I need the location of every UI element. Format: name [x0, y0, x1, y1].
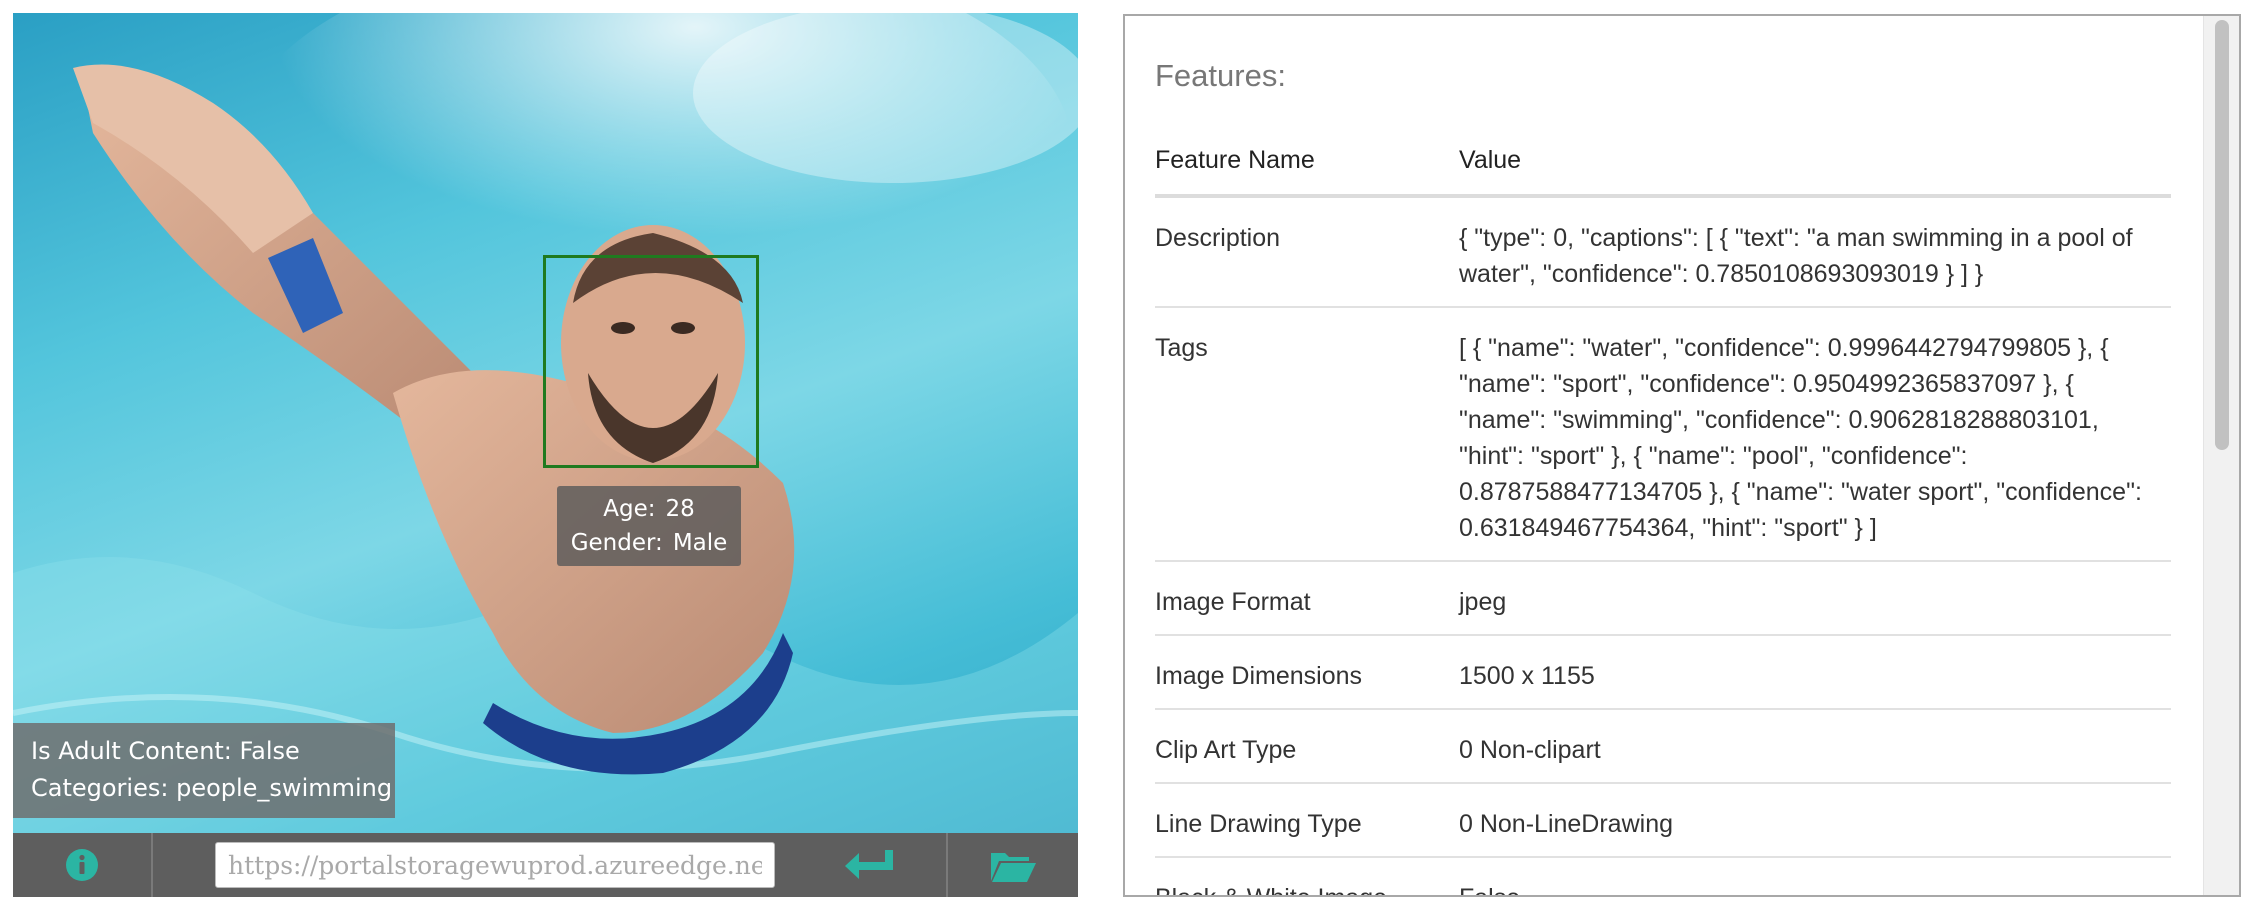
- adult-content-line: Is Adult Content: False: [31, 737, 300, 765]
- feature-name-cell: Tags: [1155, 307, 1459, 562]
- feature-value-cell: 0 Non-clipart: [1459, 709, 2171, 784]
- age-label: Age:: [603, 496, 656, 522]
- image-url-input[interactable]: [215, 842, 775, 888]
- feature-value-cell: 1500 x 1155: [1459, 635, 2171, 710]
- table-row: Image Dimensions 1500 x 1155: [1155, 635, 2171, 710]
- table-row: Description { "type": 0, "captions": [ {…: [1155, 196, 2171, 308]
- gender-value: Male: [672, 530, 728, 556]
- info-circle-icon: [66, 849, 98, 881]
- feature-name-cell: Black & White Image: [1155, 857, 1459, 895]
- scrollbar-thumb[interactable]: [2215, 20, 2229, 450]
- table-row: Black & White Image False: [1155, 857, 2171, 895]
- feature-value-cell: False: [1459, 857, 2171, 895]
- feature-value-cell: 0 Non-LineDrawing: [1459, 783, 2171, 858]
- url-cell: [153, 833, 793, 897]
- open-local-file-button[interactable]: [948, 833, 1078, 897]
- image-analysis-panel: Age: 28 Gender: Male Is Adult Content: Fal…: [13, 13, 1078, 897]
- table-row: Line Drawing Type 0 Non-LineDrawing: [1155, 783, 2171, 858]
- face-bounding-box: [543, 255, 759, 468]
- column-header-feature-name: Feature Name: [1155, 126, 1459, 198]
- feature-name-cell: Image Format: [1155, 561, 1459, 636]
- face-attributes-label: Age: 28 Gender: Male: [557, 486, 741, 566]
- info-button[interactable]: [13, 833, 153, 897]
- open-folder-icon: [991, 853, 1036, 882]
- feature-value-cell: [ { "name": "water", "confidence": 0.999…: [1459, 307, 2171, 562]
- age-value: 28: [665, 496, 695, 522]
- submit-url-button[interactable]: [793, 833, 948, 897]
- feature-name-cell: Line Drawing Type: [1155, 783, 1459, 858]
- features-panel: Features: Feature Name Value Description…: [1123, 14, 2241, 897]
- gender-label: Gender:: [570, 530, 663, 556]
- image-toolbar: [13, 833, 1078, 897]
- feature-name-cell: Description: [1155, 196, 1459, 308]
- feature-name-cell: Clip Art Type: [1155, 709, 1459, 784]
- categories-line: Categories: people_swimming: [31, 774, 393, 802]
- feature-name-cell: Image Dimensions: [1155, 635, 1459, 710]
- features-title: Features:: [1155, 58, 1286, 93]
- content-summary-overlay: Is Adult Content: False Categories: peop…: [13, 723, 395, 818]
- vertical-scrollbar[interactable]: [2203, 16, 2239, 895]
- feature-value-cell: { "type": 0, "captions": [ { "text": "a …: [1459, 196, 2171, 308]
- table-header-row: Feature Name Value: [1155, 126, 2171, 198]
- table-row: Tags [ { "name": "water", "confidence": …: [1155, 307, 2171, 562]
- column-header-value: Value: [1459, 126, 2171, 198]
- table-row: Clip Art Type 0 Non-clipart: [1155, 709, 2171, 784]
- feature-value-cell: jpeg: [1459, 561, 2171, 636]
- enter-arrow-icon: [844, 850, 893, 879]
- features-table: Feature Name Value Description { "type":…: [1155, 126, 2171, 895]
- table-row: Image Format jpeg: [1155, 561, 2171, 636]
